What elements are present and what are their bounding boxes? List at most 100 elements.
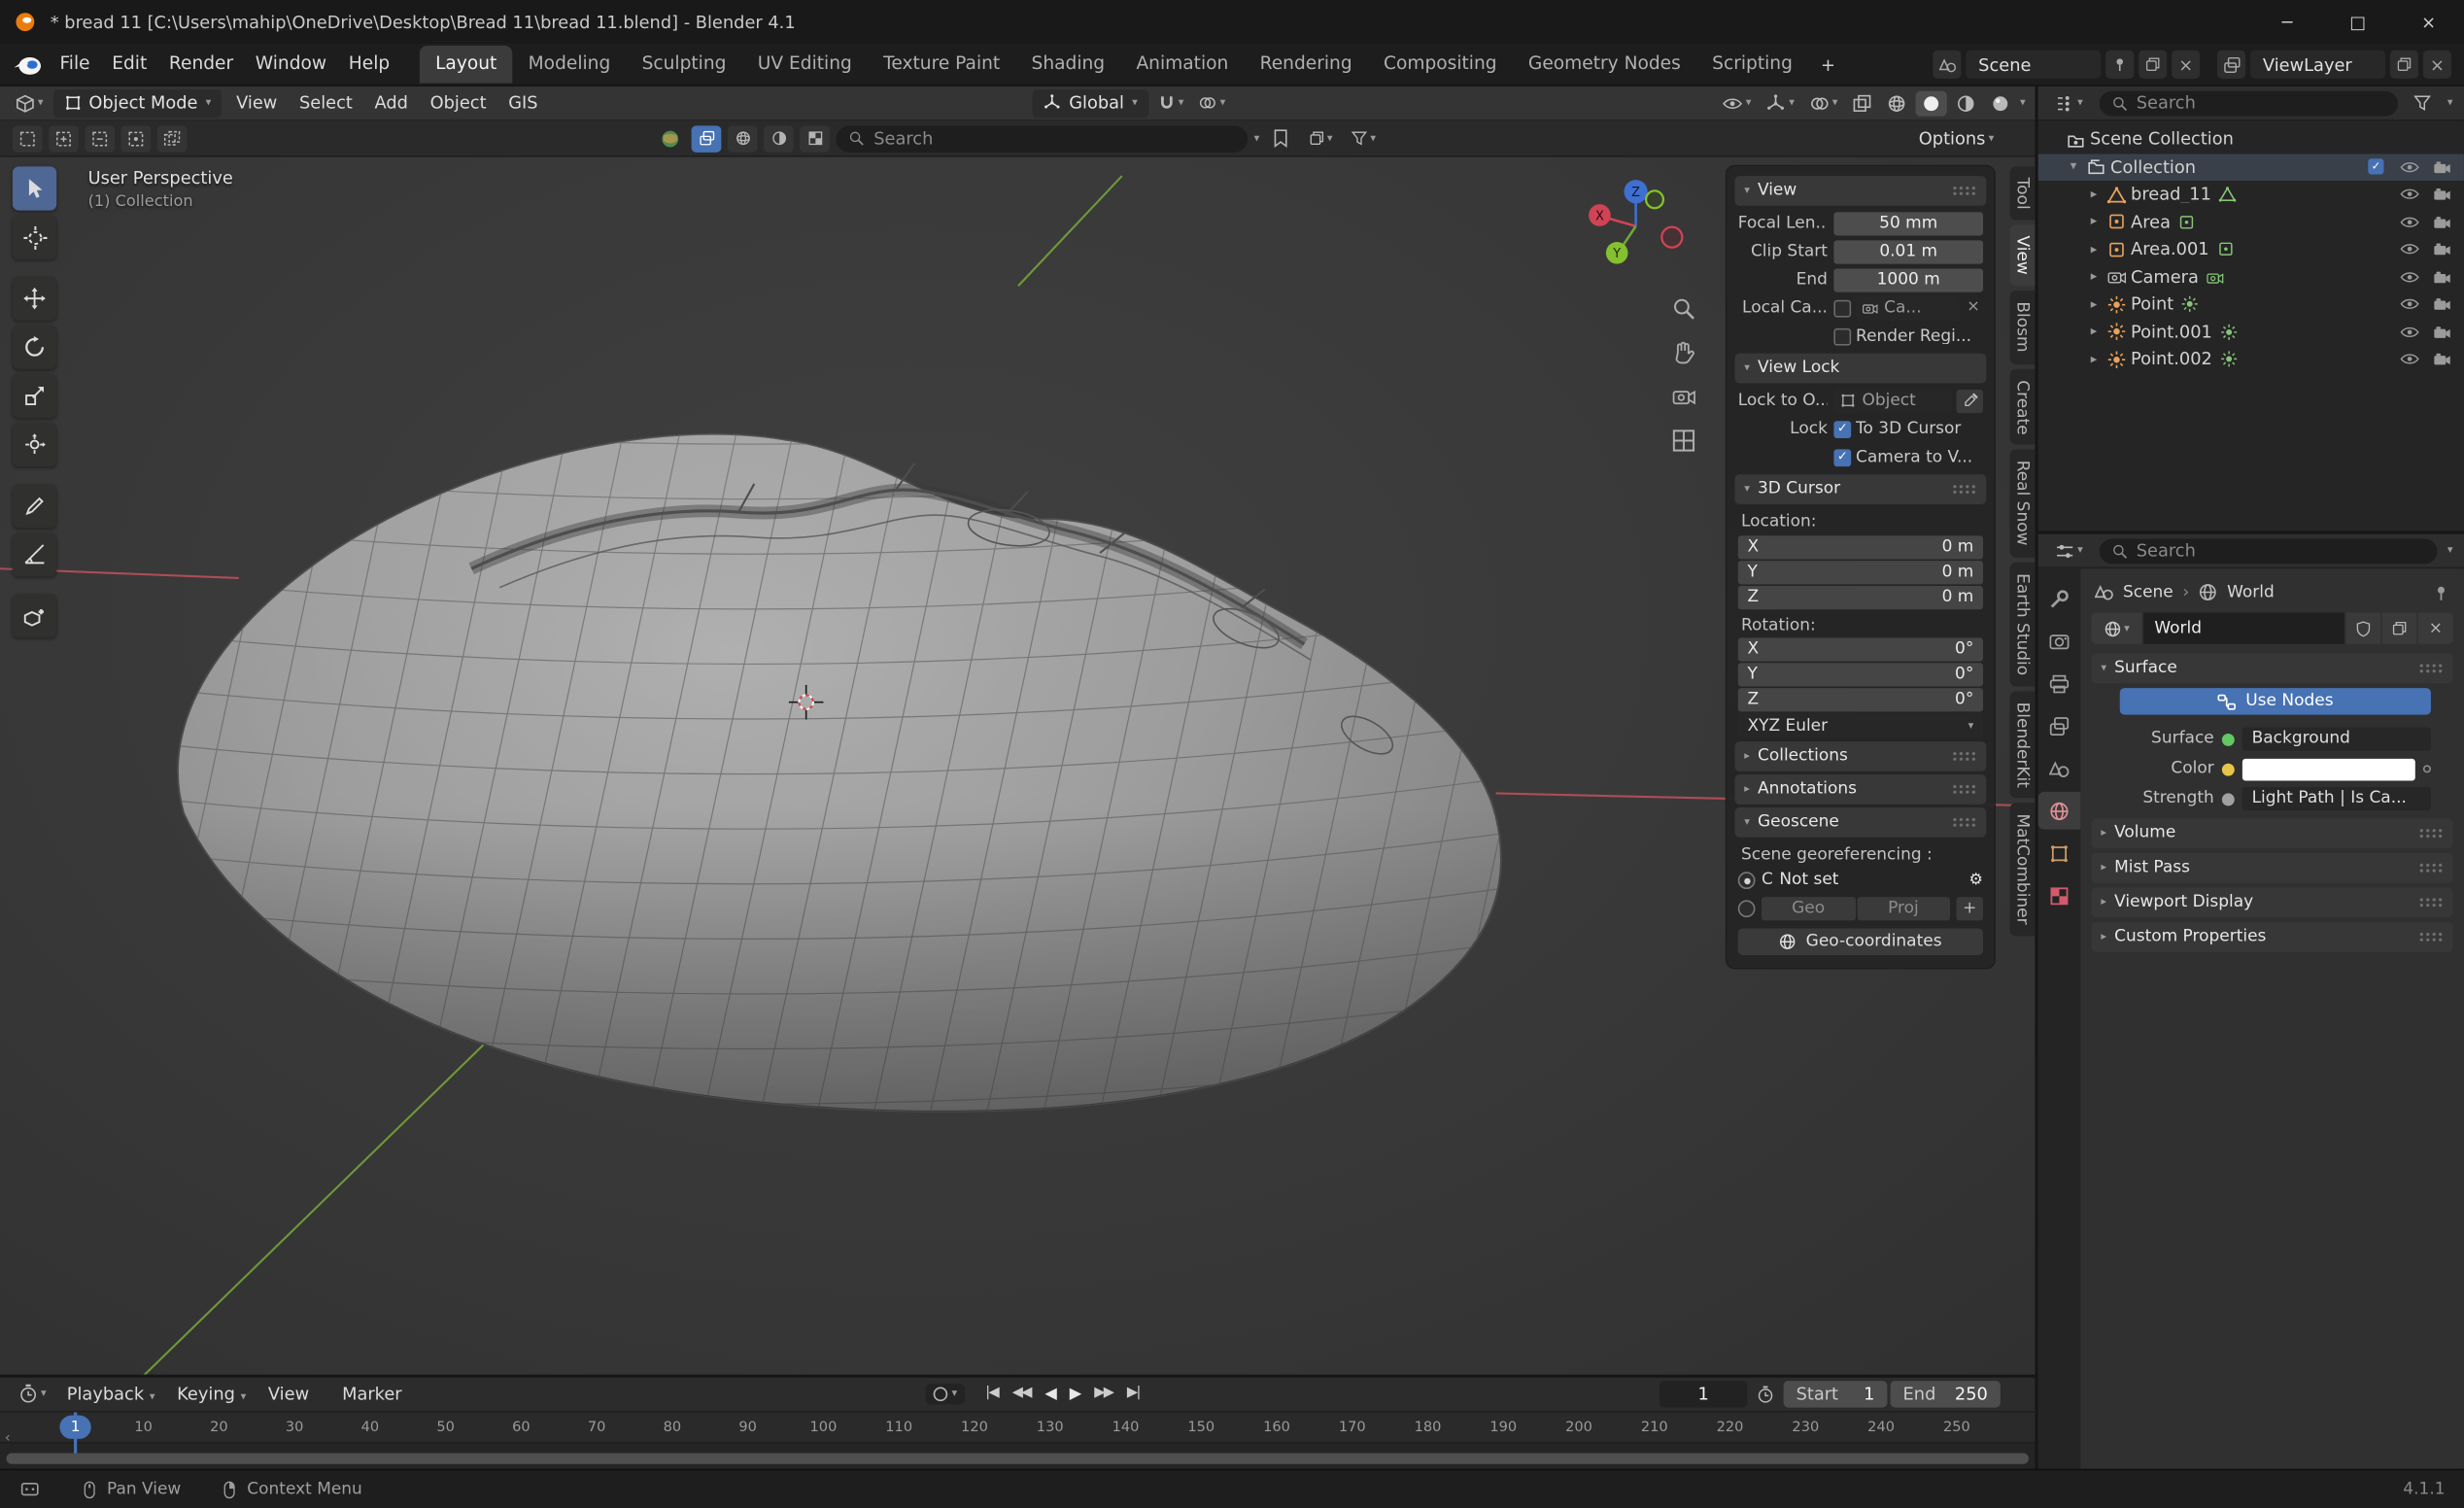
use-preview-range-button[interactable]	[1751, 1382, 1781, 1407]
timeline-menu-item[interactable]: Playback ▾	[55, 1379, 165, 1409]
gis-toggle-2[interactable]	[728, 125, 758, 152]
cursor-tool[interactable]	[13, 215, 56, 258]
viewport-menu-item[interactable]: Object	[419, 88, 497, 119]
menu-item[interactable]: Edit	[101, 50, 158, 81]
outliner-options-dropdown[interactable]: ▾	[2447, 97, 2453, 108]
minimize-button[interactable]: ─	[2252, 0, 2323, 44]
axis-neg-y-ball[interactable]	[1646, 190, 1663, 208]
panel-grip[interactable]	[2418, 863, 2444, 874]
move-tool[interactable]	[13, 277, 56, 321]
workspace-tab[interactable]: Geometry Nodes	[1513, 45, 1696, 84]
gizmos-dropdown[interactable]: ▾	[1761, 90, 1800, 116]
strength-field[interactable]: Light Path | Is Ca...	[2242, 787, 2431, 810]
viewport-menu-item[interactable]: View	[225, 88, 289, 119]
hide-in-viewport-toggle[interactable]	[2395, 270, 2423, 285]
workspace-tab[interactable]: Scripting	[1696, 45, 1808, 84]
lock-to-object-field[interactable]: Object	[1833, 389, 1951, 412]
play-button[interactable]: ▶	[1063, 1382, 1086, 1407]
panel-grip[interactable]	[1952, 784, 1977, 795]
select-mode-intersect-button[interactable]	[157, 125, 188, 152]
timeline-expand-icon[interactable]: ‹	[5, 1432, 11, 1447]
unlink-scene-button[interactable]: ×	[2172, 51, 2200, 79]
copy-scene-button[interactable]	[2139, 51, 2167, 79]
outliner-search-input[interactable]: Search	[2099, 90, 2399, 116]
zoom-button[interactable]	[1664, 289, 1702, 326]
world-color-swatch[interactable]	[2242, 758, 2415, 780]
cursor-rotation-field[interactable]: Y0°	[1738, 663, 1983, 686]
clip-start-field[interactable]: 0.01 m	[1833, 240, 1983, 263]
hide-in-viewport-toggle[interactable]	[2395, 188, 2423, 202]
breadcrumb-world[interactable]: World	[2227, 584, 2275, 600]
current-frame-marker[interactable]: 1	[59, 1416, 90, 1438]
orientation-selector[interactable]: Global ▾	[1033, 88, 1148, 117]
viewport-menu-item[interactable]: Select	[289, 88, 364, 119]
clip-end-field[interactable]: 1000 m	[1833, 268, 1983, 291]
panel-grip[interactable]	[2418, 828, 2444, 839]
copy-viewlayer-button[interactable]	[2390, 51, 2418, 79]
world-name-field[interactable]: World	[2143, 613, 2344, 644]
menu-item[interactable]: Render	[158, 50, 245, 81]
crs-radio-2[interactable]	[1738, 900, 1756, 917]
panel-grip[interactable]	[2418, 663, 2444, 673]
hide-in-viewport-toggle[interactable]	[2395, 242, 2423, 257]
surface-shader-field[interactable]: Background	[2242, 728, 2431, 751]
properties-editor-type-button[interactable]: ▾	[2049, 538, 2089, 564]
animate-color-dot[interactable]	[2423, 765, 2431, 772]
timeline-menu-item[interactable]: Marker ▾	[331, 1379, 424, 1409]
outliner-row[interactable]: ▸ Point ✓	[2038, 291, 2464, 318]
geo-coordinates-button[interactable]: Geo-coordinates	[1738, 928, 1983, 954]
properties-search-input[interactable]: Search	[2099, 538, 2438, 564]
outliner-row[interactable]: ▸ bread_11 ✓	[2038, 181, 2464, 208]
select-mode-invert-button[interactable]	[121, 125, 152, 152]
disable-in-render-toggle[interactable]	[2428, 325, 2456, 339]
viewport-menu-item[interactable]: Add	[363, 88, 419, 119]
panel-grip[interactable]	[1952, 186, 1977, 196]
scene-selector[interactable]: Scene	[1966, 51, 2101, 79]
bookmark-icon[interactable]	[1266, 125, 1296, 152]
focal-length-field[interactable]: 50 mm	[1833, 211, 1983, 234]
unlink-world-button[interactable]: ×	[2418, 613, 2453, 644]
select-box-tool[interactable]	[13, 166, 56, 210]
gis-toggle-1[interactable]	[692, 125, 722, 152]
local-camera-field[interactable]: Ca...	[1856, 296, 1959, 320]
eyedropper-button[interactable]	[1957, 389, 1983, 412]
menu-item[interactable]: Window	[244, 50, 337, 81]
hide-in-viewport-toggle[interactable]	[2395, 353, 2423, 367]
collections-panel-header[interactable]: ▸ Collections	[1734, 741, 1986, 771]
camera-to-view-checkbox[interactable]: ✓	[1833, 449, 1851, 466]
breadcrumb-scene[interactable]: Scene	[2123, 584, 2173, 600]
proj-button[interactable]: Proj	[1857, 897, 1950, 920]
workspace-tab[interactable]: UV Editing	[742, 45, 868, 84]
timeline-scrollbar[interactable]	[6, 1453, 2028, 1463]
workspace-tab[interactable]: Compositing	[1368, 45, 1513, 84]
rotation-order-dropdown[interactable]: XYZ Euler ▾	[1738, 713, 1983, 738]
transform-tool[interactable]	[13, 423, 56, 466]
timeline-ruler[interactable]: 1102030405060708090100110120130140150160…	[0, 1412, 2035, 1443]
surface-panel-header[interactable]: ▾ Surface	[2092, 654, 2453, 684]
outliner-row[interactable]: ▸ Point.002 ✓	[2038, 346, 2464, 373]
shading-dropdown[interactable]: ▾	[2020, 97, 2026, 108]
cursor-rotation-field[interactable]: X0°	[1738, 637, 1983, 661]
frame-start-field[interactable]: Start 1	[1784, 1381, 1888, 1407]
filter-dropdown[interactable]: ▾	[1345, 127, 1382, 150]
workspace-tab[interactable]: Rendering	[1244, 45, 1367, 84]
lock-to-3d-cursor-checkbox[interactable]: ✓	[1833, 420, 1851, 437]
current-frame-field[interactable]: 1	[1660, 1381, 1748, 1407]
gis-toggle-3[interactable]	[764, 125, 794, 152]
properties-tab-object[interactable]	[2038, 834, 2081, 872]
toggle-ortho-button[interactable]	[1664, 421, 1702, 459]
properties-options-dropdown[interactable]: ▾	[2447, 545, 2453, 556]
properties-panel-header[interactable]: ▸ Mist Pass	[2092, 853, 2453, 883]
shading-solid-button[interactable]	[1916, 90, 1947, 116]
proportional-editing-toggle[interactable]: ▾	[1193, 91, 1232, 115]
properties-panel-header[interactable]: ▸ Volume	[2092, 818, 2453, 848]
disable-in-render-toggle[interactable]	[2428, 353, 2456, 367]
select-mode-extend-button[interactable]	[49, 125, 79, 152]
outliner-row[interactable]: Scene Collection ✓	[2038, 125, 2464, 153]
overlays-dropdown[interactable]: ▾	[1804, 90, 1844, 116]
pin-scene-button[interactable]	[2105, 51, 2134, 79]
scale-tool[interactable]	[13, 374, 56, 418]
crs-radio[interactable]	[1738, 872, 1756, 889]
basemap-sphere-icon[interactable]	[655, 125, 685, 152]
add-cube-tool[interactable]	[13, 594, 56, 637]
